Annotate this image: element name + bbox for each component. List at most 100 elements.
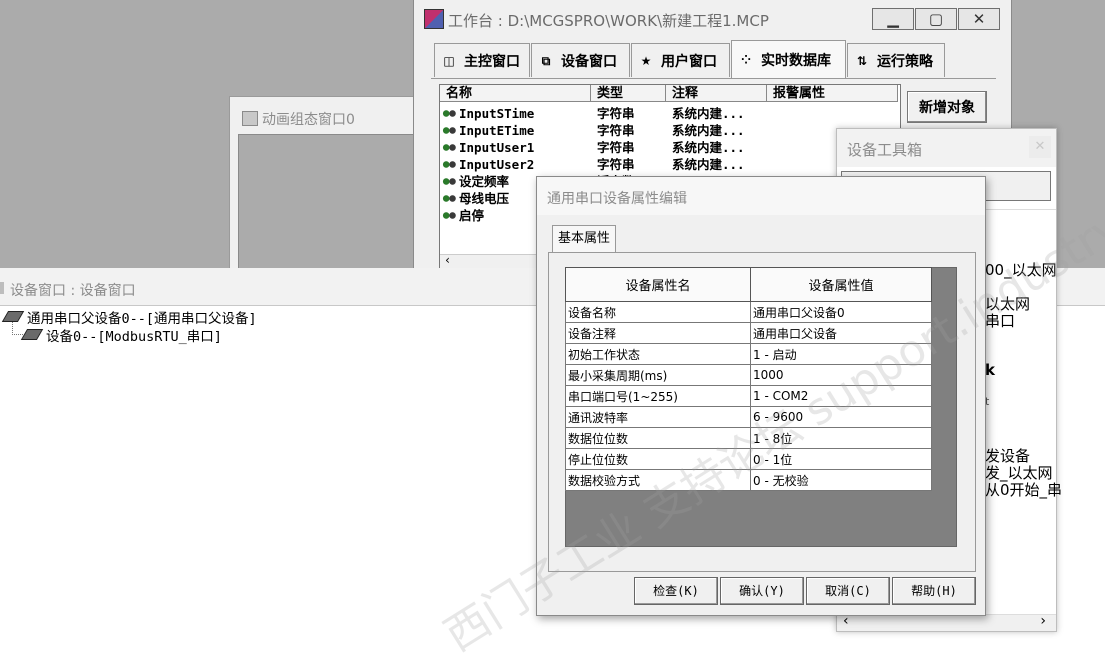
variable-icon — [442, 158, 456, 171]
table-row[interactable]: 最小采集周期(ms) 1000 — [565, 364, 932, 386]
property-name: 通讯波特率 — [565, 406, 751, 428]
property-name: 数据位位数 — [565, 427, 751, 449]
horizontal-scrollbar[interactable]: ‹ › — [837, 613, 1056, 631]
workbench-title: 工作台 : D:\MCGSPRO\WORK\新建工程1.MCP — [448, 12, 769, 30]
close-icon: ✕ — [972, 10, 986, 28]
variable-icon — [442, 192, 456, 205]
table-row[interactable]: 设备名称 通用串口父设备0 — [565, 301, 932, 323]
strategy-icon: ⇅ — [856, 53, 868, 68]
tab-basic-properties[interactable]: 基本属性 — [552, 225, 617, 253]
minimize-button[interactable]: ▁ — [872, 8, 914, 30]
toolbox-titlebar[interactable]: 设备工具箱 ✕ — [837, 129, 1056, 167]
ok-button[interactable]: 确认(Y) — [720, 577, 804, 605]
close-button[interactable]: ✕ — [958, 8, 1000, 30]
new-object-button[interactable]: 新增对象 — [907, 91, 987, 123]
list-item[interactable]: 设定频率浮点数 — [442, 173, 635, 190]
workbench-titlebar[interactable]: 工作台 : D:\MCGSPRO\WORK\新建工程1.MCP ▁ ▢ ✕ — [414, 0, 1011, 40]
list-item[interactable]: 母线电压 — [442, 190, 509, 207]
tree-item-label: 设备0--[ModbusRTU_串口] — [46, 329, 222, 345]
tree-connector — [12, 322, 23, 335]
close-icon: ✕ — [1034, 139, 1046, 154]
check-button[interactable]: 检查(K) — [634, 577, 718, 605]
toolbox-item[interactable]: 串口 — [985, 310, 1015, 331]
table-row[interactable]: 初始工作状态 1 - 启动 — [565, 343, 932, 365]
maximize-button[interactable]: ▢ — [915, 8, 957, 30]
main-window-icon: ◫ — [443, 53, 455, 68]
col-type[interactable]: 类型 — [591, 85, 666, 102]
variable-icon — [442, 107, 456, 120]
database-icon: ⁘ — [740, 52, 752, 67]
toolbox-item[interactable]: 00_以太网 — [985, 259, 1057, 280]
property-value[interactable]: 0 - 无校验 — [750, 469, 932, 491]
property-table: 设备属性名 设备属性值 设备名称 通用串口父设备0 设备注释 通用串口父设备 初始工… — [565, 267, 932, 491]
table-row[interactable]: 数据位位数 1 - 8位 — [565, 427, 932, 449]
cancel-button[interactable]: 取消(C) — [806, 577, 890, 605]
item-note: 系统内建... — [672, 157, 745, 172]
item-type: 字符串 — [597, 157, 635, 172]
toolbox-item[interactable]: 从0开始_串 — [985, 479, 1062, 500]
variable-icon — [442, 141, 456, 154]
device-icon: ⧉ — [541, 53, 551, 68]
toolbox-title: 设备工具箱 — [847, 141, 923, 159]
scroll-left-icon[interactable]: ‹ — [444, 253, 451, 267]
item-name: 母线电压 — [459, 191, 510, 206]
anim-window-canvas[interactable] — [238, 134, 422, 271]
tab-run-strategy[interactable]: ⇅ 运行策略 — [847, 43, 945, 77]
property-value[interactable]: 1 - 8位 — [750, 427, 932, 449]
anim-window: 动画组态窗口0 — [229, 96, 422, 271]
table-row[interactable]: 停止位位数 0 - 1位 — [565, 448, 932, 470]
property-name: 设备注释 — [565, 322, 751, 344]
list-item[interactable]: 启停 — [442, 207, 484, 224]
property-name: 最小采集周期(ms) — [565, 364, 751, 386]
scroll-right-icon[interactable]: › — [1040, 613, 1046, 629]
toolbox-item[interactable]: k — [985, 361, 995, 379]
item-name: InputETime — [459, 123, 535, 138]
tab-realtime-db[interactable]: ⁘ 实时数据库 — [731, 40, 846, 78]
item-name: InputSTime — [459, 106, 535, 121]
property-value[interactable]: 通用串口父设备 — [750, 322, 932, 344]
list-item[interactable]: InputUser1 字符串 系统内建... — [442, 139, 745, 156]
table-row[interactable]: 串口端口号(1~255) 1 - COM2 — [565, 385, 932, 407]
property-name: 停止位位数 — [565, 448, 751, 470]
toolbox-close-button[interactable]: ✕ — [1029, 136, 1051, 158]
property-dialog: 通用串口设备属性编辑 基本属性 设备属性名 设备属性值 设备名称 通用串口父设备0… — [536, 176, 986, 616]
col-note[interactable]: 注释 — [666, 85, 767, 102]
list-item[interactable]: InputSTime 字符串 系统内建... — [442, 105, 745, 122]
dialog-title: 通用串口设备属性编辑 — [547, 191, 687, 207]
table-row[interactable]: 通讯波特率 6 - 9600 — [565, 406, 932, 428]
col-property-name: 设备属性名 — [565, 267, 751, 302]
tree-item-parent-device[interactable]: 通用串口父设备0--[通用串口父设备] — [1, 307, 257, 327]
table-header: 设备属性名 设备属性值 — [565, 267, 932, 302]
property-value[interactable]: 通用串口父设备0 — [750, 301, 932, 323]
property-name: 数据校验方式 — [565, 469, 751, 491]
tab-main-window[interactable]: ◫ 主控窗口 — [434, 43, 530, 77]
col-alarm[interactable]: 报警属性 — [767, 85, 898, 102]
minimize-icon: ▁ — [887, 10, 899, 28]
list-item[interactable]: InputUser2 字符串 系统内建... — [442, 156, 745, 173]
window-icon — [242, 111, 258, 126]
item-name: 启停 — [459, 208, 485, 223]
property-value[interactable]: 0 - 1位 — [750, 448, 932, 470]
tab-device-window[interactable]: ⧉ 设备窗口 — [531, 43, 630, 77]
tab-user-window[interactable]: ★ 用户窗口 — [631, 43, 730, 77]
col-name[interactable]: 名称 — [440, 85, 591, 102]
item-type: 字符串 — [597, 106, 635, 121]
property-value[interactable]: 6 - 9600 — [750, 406, 932, 428]
table-row[interactable]: 数据校验方式 0 - 无校验 — [565, 469, 932, 491]
property-value[interactable]: 1000 — [750, 364, 932, 386]
anim-window-title: 动画组态窗口0 — [262, 112, 355, 128]
user-window-icon: ★ — [640, 53, 652, 68]
property-value[interactable]: 1 - 启动 — [750, 343, 932, 365]
property-value[interactable]: 1 - COM2 — [750, 385, 932, 407]
device-chip-icon — [20, 329, 44, 340]
tree-item-device[interactable]: 设备0--[ModbusRTU_串口] — [20, 325, 222, 345]
item-type: 字符串 — [597, 140, 635, 155]
list-item[interactable]: InputETime 字符串 系统内建... — [442, 122, 745, 139]
dialog-titlebar[interactable]: 通用串口设备属性编辑 — [537, 177, 985, 215]
item-note: 系统内建... — [672, 140, 745, 155]
table-row[interactable]: 设备注释 通用串口父设备 — [565, 322, 932, 344]
property-name: 初始工作状态 — [565, 343, 751, 365]
help-button[interactable]: 帮助(H) — [892, 577, 976, 605]
item-type: 字符串 — [597, 123, 635, 138]
device-chip-icon — [1, 311, 25, 322]
